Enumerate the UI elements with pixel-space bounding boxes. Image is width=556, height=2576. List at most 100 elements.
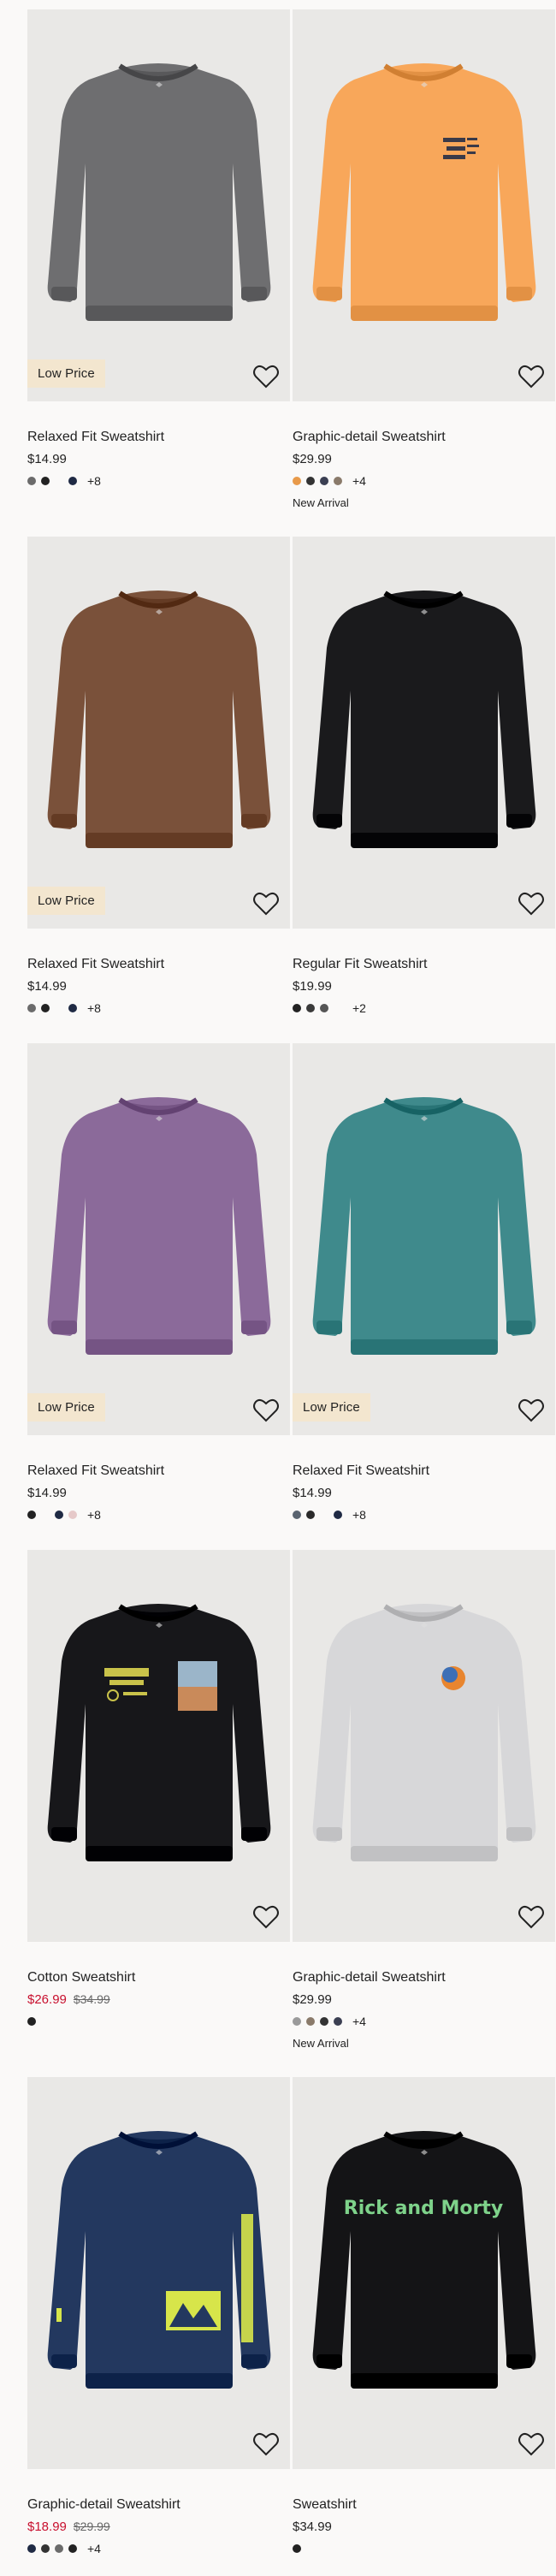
more-colors-count[interactable]: +8: [87, 1508, 101, 1522]
product-price: $26.99 $34.99: [27, 1991, 290, 2008]
regular-price: $29.99: [293, 452, 332, 466]
color-swatch[interactable]: [27, 2544, 36, 2553]
product-title[interactable]: Graphic-detail Sweatshirt: [27, 2496, 290, 2514]
favorite-heart-icon[interactable]: [518, 891, 545, 917]
color-swatches[interactable]: +4: [27, 2542, 290, 2555]
product-card[interactable]: Low Price Relaxed Fit Sweatshirt $14.99 …: [27, 537, 290, 1015]
color-swatch[interactable]: [41, 477, 50, 485]
product-title[interactable]: Graphic-detail Sweatshirt: [293, 429, 555, 446]
color-swatches[interactable]: +2: [293, 1001, 555, 1015]
product-title[interactable]: Sweatshirt: [293, 2496, 555, 2514]
product-image[interactable]: [27, 2077, 290, 2469]
favorite-heart-icon[interactable]: [518, 1398, 545, 1423]
color-swatch[interactable]: [41, 2544, 50, 2553]
product-image[interactable]: Low Price: [27, 1043, 290, 1435]
color-swatch[interactable]: [293, 2544, 301, 2553]
favorite-heart-icon[interactable]: [252, 891, 280, 917]
product-image[interactable]: [293, 1550, 555, 1942]
product-price: $34.99: [293, 2519, 555, 2535]
color-swatch[interactable]: [293, 1511, 301, 1519]
product-title[interactable]: Relaxed Fit Sweatshirt: [27, 956, 290, 973]
product-title[interactable]: Graphic-detail Sweatshirt: [293, 1969, 555, 1986]
color-swatch[interactable]: [55, 2544, 63, 2553]
product-card[interactable]: Low Price Relaxed Fit Sweatshirt $14.99 …: [27, 1043, 290, 1522]
color-swatch[interactable]: [27, 1004, 36, 1012]
color-swatch[interactable]: [320, 1004, 328, 1012]
sale-price: $18.99: [27, 2520, 67, 2534]
product-image[interactable]: Low Price: [27, 9, 290, 401]
original-price: $29.99: [73, 2520, 110, 2533]
color-swatch[interactable]: [41, 1004, 50, 1012]
product-image[interactable]: [293, 537, 555, 929]
color-swatch[interactable]: [306, 477, 315, 485]
new-arrival-tag: New Arrival: [293, 496, 349, 509]
favorite-heart-icon[interactable]: [518, 364, 545, 389]
product-title[interactable]: Cotton Sweatshirt: [27, 1969, 290, 1986]
color-swatch[interactable]: [68, 1004, 77, 1012]
color-swatch[interactable]: [68, 477, 77, 485]
more-colors-count[interactable]: +8: [87, 474, 101, 488]
product-image[interactable]: [293, 9, 555, 401]
product-image[interactable]: Rick and Morty: [293, 2077, 555, 2469]
product-title[interactable]: Relaxed Fit Sweatshirt: [27, 429, 290, 446]
product-card[interactable]: Graphic-detail Sweatshirt $29.99 +4 New …: [293, 9, 555, 509]
color-swatches[interactable]: +8: [27, 1001, 290, 1015]
color-swatch[interactable]: [334, 2017, 342, 2026]
color-swatch[interactable]: [55, 1004, 63, 1012]
color-swatch[interactable]: [293, 2017, 301, 2026]
more-colors-count[interactable]: +4: [352, 474, 366, 488]
color-swatch[interactable]: [306, 1511, 315, 1519]
product-title[interactable]: Regular Fit Sweatshirt: [293, 956, 555, 973]
more-colors-count[interactable]: +8: [87, 1001, 101, 1015]
more-colors-count[interactable]: +4: [352, 2015, 366, 2028]
product-title[interactable]: Relaxed Fit Sweatshirt: [27, 1463, 290, 1480]
more-colors-count[interactable]: +2: [352, 1001, 366, 1015]
product-card[interactable]: Graphic-detail Sweatshirt $18.99 $29.99 +…: [27, 2077, 290, 2555]
color-swatch[interactable]: [27, 1511, 36, 1519]
color-swatches[interactable]: +8: [27, 474, 290, 488]
product-card[interactable]: Rick and Morty Sweatshirt $34.99: [293, 2077, 555, 2555]
color-swatch[interactable]: [334, 477, 342, 485]
color-swatch[interactable]: [68, 2544, 77, 2553]
product-card[interactable]: Graphic-detail Sweatshirt $29.99 +4 New …: [293, 1550, 555, 2050]
more-colors-count[interactable]: +8: [352, 1508, 366, 1522]
color-swatch[interactable]: [55, 477, 63, 485]
more-colors-count[interactable]: +4: [87, 2542, 101, 2555]
color-swatch[interactable]: [55, 1511, 63, 1519]
regular-price: $14.99: [293, 1486, 332, 1500]
product-title[interactable]: Relaxed Fit Sweatshirt: [293, 1463, 555, 1480]
color-swatches[interactable]: +4: [293, 2015, 555, 2028]
color-swatch[interactable]: [27, 2017, 36, 2026]
favorite-heart-icon[interactable]: [252, 1904, 280, 1930]
color-swatch[interactable]: [293, 1004, 301, 1012]
product-card[interactable]: Regular Fit Sweatshirt $19.99 +2: [293, 537, 555, 1015]
product-image[interactable]: [27, 1550, 290, 1942]
product-card[interactable]: Cotton Sweatshirt $26.99 $34.99: [27, 1550, 290, 2028]
color-swatch[interactable]: [320, 2017, 328, 2026]
product-card[interactable]: Low Price Relaxed Fit Sweatshirt $14.99 …: [27, 9, 290, 488]
product-image[interactable]: Low Price: [27, 537, 290, 929]
color-swatches[interactable]: [293, 2542, 555, 2555]
color-swatch[interactable]: [306, 1004, 315, 1012]
color-swatch[interactable]: [320, 477, 328, 485]
favorite-heart-icon[interactable]: [252, 2431, 280, 2457]
color-swatch[interactable]: [27, 477, 36, 485]
favorite-heart-icon[interactable]: [252, 364, 280, 389]
favorite-heart-icon[interactable]: [518, 2431, 545, 2457]
product-card[interactable]: Low Price Relaxed Fit Sweatshirt $14.99 …: [293, 1043, 555, 1522]
favorite-heart-icon[interactable]: [252, 1398, 280, 1423]
color-swatch[interactable]: [334, 1511, 342, 1519]
color-swatches[interactable]: [27, 2015, 290, 2028]
color-swatch[interactable]: [293, 477, 301, 485]
color-swatches[interactable]: +8: [27, 1508, 290, 1522]
color-swatch[interactable]: [306, 2017, 315, 2026]
color-swatches[interactable]: +4: [293, 474, 555, 488]
product-image[interactable]: Low Price: [293, 1043, 555, 1435]
color-swatch[interactable]: [68, 1511, 77, 1519]
color-swatches[interactable]: +8: [293, 1508, 555, 1522]
color-swatch[interactable]: [41, 1511, 50, 1519]
favorite-heart-icon[interactable]: [518, 1904, 545, 1930]
product-price: $29.99: [293, 1991, 555, 2008]
color-swatch[interactable]: [334, 1004, 342, 1012]
color-swatch[interactable]: [320, 1511, 328, 1519]
